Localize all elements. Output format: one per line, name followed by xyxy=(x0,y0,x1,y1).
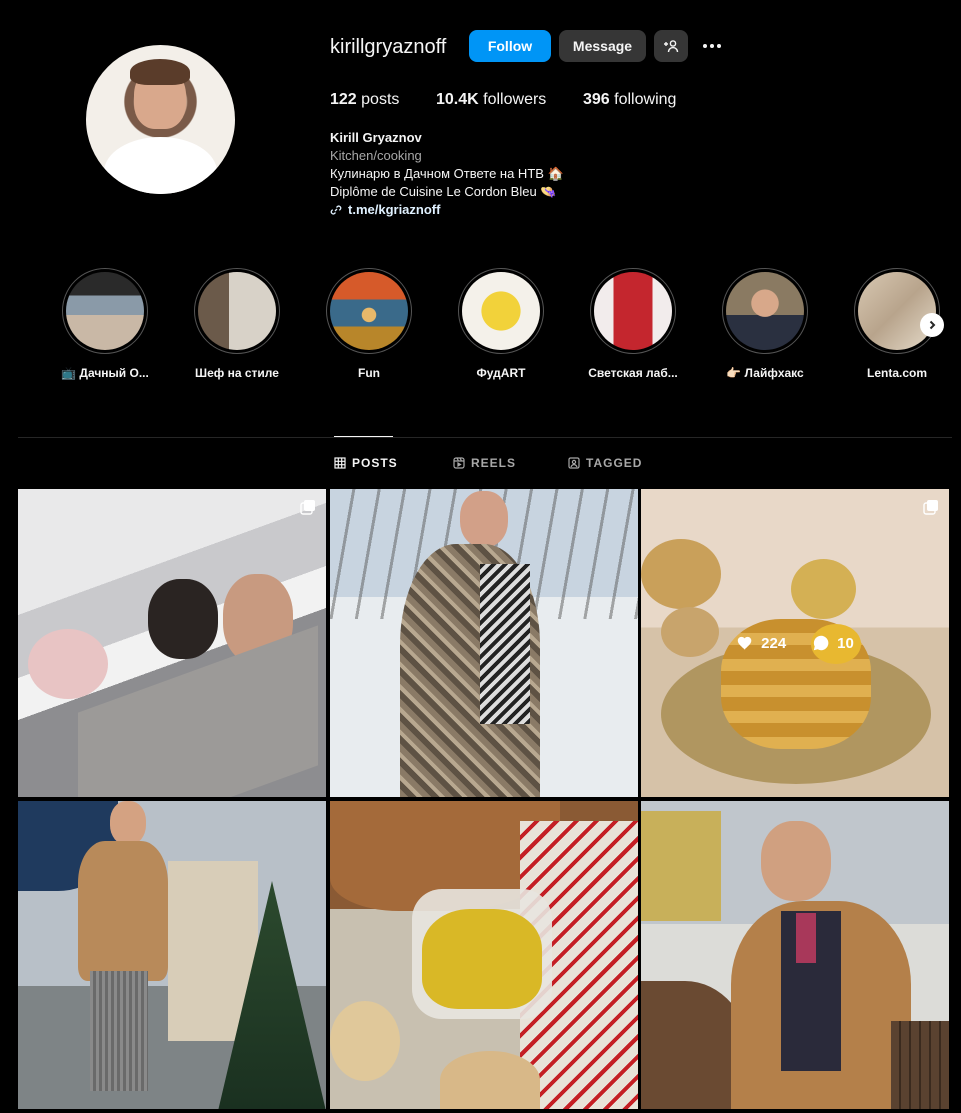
highlight-item[interactable]: 📺 Дачный О... xyxy=(61,268,149,380)
post-tile[interactable]: 224 10 xyxy=(641,489,949,797)
tab-tagged[interactable]: TAGGED xyxy=(568,456,642,470)
following-count[interactable]: 396 following xyxy=(583,91,676,109)
highlight-thumbnail xyxy=(594,272,672,350)
post-stats-overlay: 224 10 xyxy=(641,489,949,797)
follow-button[interactable]: Follow xyxy=(469,30,551,62)
highlights-next-button[interactable] xyxy=(920,313,944,337)
highlight-thumbnail xyxy=(330,272,408,350)
highlight-label: Lenta.com xyxy=(866,366,927,380)
post-tile[interactable] xyxy=(330,489,638,797)
profile-avatar[interactable] xyxy=(86,45,235,194)
highlight-thumbnail xyxy=(66,272,144,350)
comments-count: 10 xyxy=(812,634,854,652)
highlight-item[interactable]: Шеф на стиле xyxy=(194,268,280,380)
post-tile[interactable] xyxy=(18,801,326,1109)
profile-bio: Kirill Gryaznov Kitchen/cooking Кулинарю… xyxy=(330,129,564,219)
highlight-label: Шеф на стиле xyxy=(195,366,279,380)
heart-icon xyxy=(737,636,752,650)
highlight-item[interactable]: Fun xyxy=(326,268,412,380)
highlight-thumbnail xyxy=(858,272,936,350)
post-tile[interactable] xyxy=(330,801,638,1109)
highlight-label: 📺 Дачный О... xyxy=(61,366,149,380)
tagged-icon xyxy=(568,457,580,469)
tab-reels[interactable]: REELS xyxy=(453,456,516,470)
highlight-thumbnail xyxy=(462,272,540,350)
active-tab-indicator xyxy=(334,436,393,437)
followers-count[interactable]: 10.4K followers xyxy=(436,91,546,109)
tabs-divider xyxy=(18,437,952,438)
carousel-icon xyxy=(300,500,315,515)
grid-icon xyxy=(334,457,346,469)
highlight-thumbnail xyxy=(198,272,276,350)
highlight-label: Fun xyxy=(358,366,380,380)
bio-line: Кулинарю в Дачном Ответе на НТВ 🏠 xyxy=(330,166,564,181)
message-button[interactable]: Message xyxy=(559,30,646,62)
link-icon xyxy=(330,205,342,215)
highlight-label: 👉🏻 Лайфхакс xyxy=(726,366,804,380)
bio-name: Kirill Gryaznov xyxy=(330,130,422,145)
likes-count: 224 xyxy=(736,634,786,652)
highlight-thumbnail xyxy=(726,272,804,350)
reels-icon xyxy=(453,457,465,469)
chevron-right-icon xyxy=(929,320,936,330)
tab-posts[interactable]: POSTS xyxy=(334,456,398,470)
bio-category: Kitchen/cooking xyxy=(330,148,422,163)
bio-line: Diplôme de Cuisine Le Cordon Bleu 👒 xyxy=(330,184,557,199)
more-options-icon[interactable] xyxy=(700,36,724,56)
comment-icon xyxy=(813,635,829,651)
suggested-users-button[interactable] xyxy=(654,30,688,62)
post-tile[interactable] xyxy=(18,489,326,797)
highlight-item[interactable]: ФудART xyxy=(458,268,544,380)
highlight-label: ФудART xyxy=(476,366,526,380)
highlight-item[interactable]: Светская лаб... xyxy=(588,268,678,380)
highlight-label: Светская лаб... xyxy=(588,366,678,380)
post-tile[interactable] xyxy=(641,801,949,1109)
add-user-icon xyxy=(664,40,679,53)
highlight-item[interactable]: 👉🏻 Лайфхакс xyxy=(722,268,808,380)
profile-username: kirillgryaznoff xyxy=(330,36,447,58)
posts-count: 122 posts xyxy=(330,91,400,108)
bio-link[interactable]: t.me/kgriaznoff xyxy=(330,201,564,219)
